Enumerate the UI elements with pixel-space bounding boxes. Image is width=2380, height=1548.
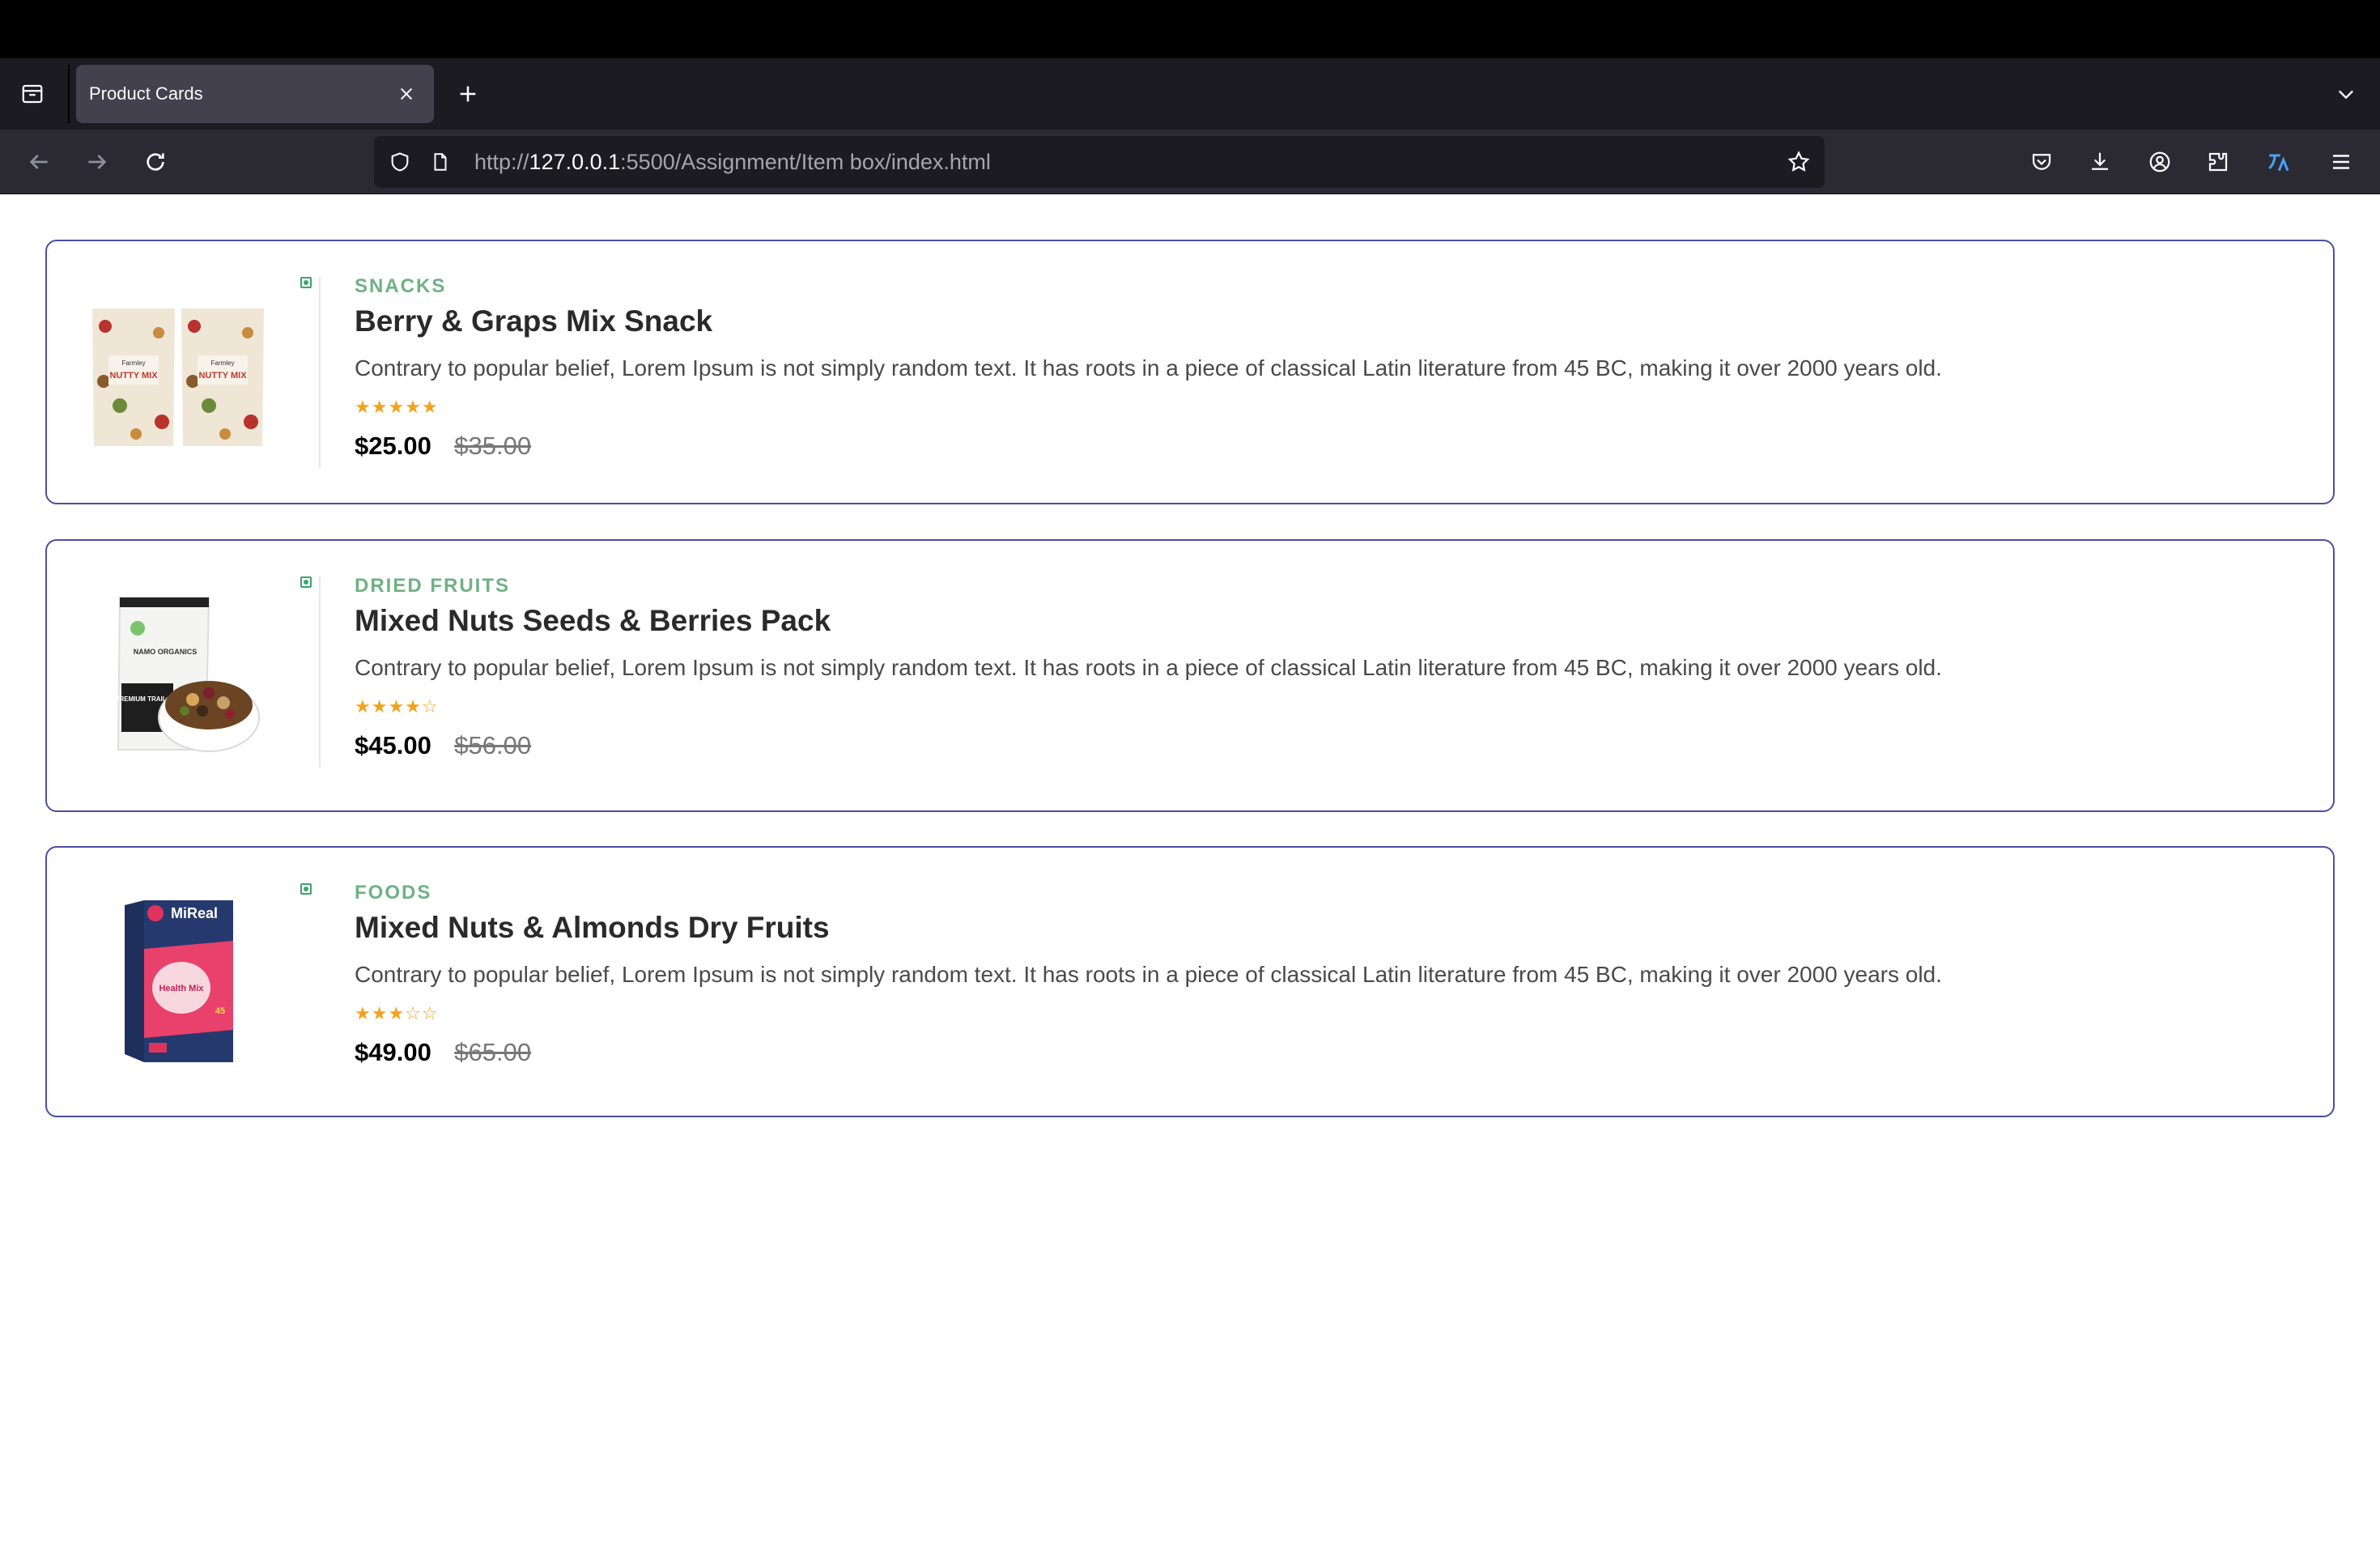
url-host: 127.0.0.1 bbox=[529, 150, 621, 174]
close-tab-icon[interactable] bbox=[392, 79, 421, 108]
navigation-toolbar: http://127.0.0.1:5500/Assignment/Item bo… bbox=[0, 130, 2380, 194]
product-details: SNACKS Berry & Graps Mix Snack Contrary … bbox=[355, 274, 2284, 467]
shield-icon[interactable] bbox=[385, 147, 414, 176]
current-price: $25.00 bbox=[355, 432, 431, 460]
new-tab-plus-icon[interactable] bbox=[450, 76, 486, 112]
product-image: MiReal Health Mix 45 bbox=[87, 892, 266, 1070]
address-bar[interactable]: http://127.0.0.1:5500/Assignment/Item bo… bbox=[374, 136, 1825, 188]
product-card[interactable]: MiReal Health Mix 45 FOODS Mixed Nuts & … bbox=[45, 846, 2335, 1117]
package-label: NUTTY MIX bbox=[198, 371, 247, 381]
health-mix-box-image: MiReal Health Mix 45 bbox=[125, 900, 233, 1062]
veg-mark-icon bbox=[300, 883, 312, 895]
product-image: NAMO ORGANICS PREMIUM TRAIL MIX bbox=[87, 588, 266, 766]
product-details: DRIED FRUITS Mixed Nuts Seeds & Berries … bbox=[355, 574, 2284, 767]
veg-mark-icon bbox=[300, 576, 312, 588]
page-content: Farmley NUTTY MIX Farmley NUTTY MIX SNAC… bbox=[0, 195, 2380, 1548]
price-row: $25.00 $35.00 bbox=[355, 430, 2284, 467]
translate-icon[interactable] bbox=[2259, 142, 2297, 181]
product-title[interactable]: Mixed Nuts Seeds & Berries Pack bbox=[355, 603, 2284, 639]
product-category: FOODS bbox=[355, 882, 432, 904]
product-description: Contrary to popular belief, Lorem Ipsum … bbox=[355, 962, 1942, 987]
url-text[interactable]: http://127.0.0.1:5500/Assignment/Item bo… bbox=[474, 136, 991, 188]
back-arrow-icon[interactable] bbox=[19, 142, 58, 181]
product-category: DRIED FRUITS bbox=[355, 575, 510, 597]
account-icon[interactable] bbox=[2140, 142, 2179, 181]
price-row: $49.00 $65.00 bbox=[355, 1036, 2284, 1074]
product-image: Farmley NUTTY MIX Farmley NUTTY MIX bbox=[87, 284, 266, 462]
product-title[interactable]: Berry & Graps Mix Snack bbox=[355, 304, 2284, 339]
package-brand: Farmley bbox=[211, 359, 235, 367]
image-divider bbox=[319, 576, 321, 768]
product-card[interactable]: Farmley NUTTY MIX Farmley NUTTY MIX SNAC… bbox=[45, 240, 2335, 504]
bookmark-star-icon[interactable] bbox=[1784, 147, 1813, 176]
image-divider bbox=[319, 277, 321, 468]
url-path: :5500/Assignment/Item box/index.html bbox=[620, 150, 991, 174]
tab-product-cards[interactable]: Product Cards bbox=[76, 65, 434, 123]
original-price: $65.00 bbox=[454, 1038, 532, 1066]
package-label: Health Mix bbox=[159, 984, 204, 993]
chevron-down-icon[interactable] bbox=[2328, 76, 2364, 112]
os-menu-bar bbox=[0, 0, 2380, 58]
package-label: NUTTY MIX bbox=[109, 371, 158, 381]
current-price: $45.00 bbox=[355, 731, 431, 759]
product-details: FOODS Mixed Nuts & Almonds Dry Fruits Co… bbox=[355, 881, 2284, 1074]
product-description: Contrary to popular belief, Lorem Ipsum … bbox=[355, 655, 1942, 680]
hamburger-menu-icon[interactable] bbox=[2322, 142, 2361, 181]
svg-text:45: 45 bbox=[215, 1006, 225, 1016]
nutty-mix-pouches-image: Farmley NUTTY MIX Farmley NUTTY MIX bbox=[92, 308, 264, 446]
package-brand: NAMO ORGANICS bbox=[134, 648, 198, 656]
package-brand: MiReal bbox=[171, 905, 218, 921]
tab-strip: Product Cards bbox=[0, 58, 2380, 130]
product-card[interactable]: NAMO ORGANICS PREMIUM TRAIL MIX DRIED FR… bbox=[45, 539, 2335, 812]
star-rating: ★★★☆☆ bbox=[355, 1003, 439, 1023]
original-price: $35.00 bbox=[454, 432, 532, 460]
price-row: $45.00 $56.00 bbox=[355, 729, 2284, 767]
product-description: Contrary to popular belief, Lorem Ipsum … bbox=[355, 355, 1942, 381]
page-icon[interactable] bbox=[426, 147, 455, 176]
original-price: $56.00 bbox=[454, 731, 532, 759]
url-scheme: http:// bbox=[474, 150, 529, 174]
product-title[interactable]: Mixed Nuts & Almonds Dry Fruits bbox=[355, 910, 2284, 946]
forward-arrow-icon[interactable] bbox=[78, 142, 117, 181]
tab-title: Product Cards bbox=[89, 83, 203, 104]
firefox-view-icon[interactable] bbox=[15, 76, 50, 112]
tab-separator bbox=[68, 65, 70, 123]
current-price: $49.00 bbox=[355, 1038, 431, 1066]
trail-mix-pack-image: NAMO ORGANICS PREMIUM TRAIL MIX bbox=[115, 597, 260, 752]
reload-icon[interactable] bbox=[136, 142, 175, 181]
star-rating: ★★★★★ bbox=[355, 397, 439, 417]
extensions-icon[interactable] bbox=[2199, 142, 2238, 181]
package-brand: Farmley bbox=[122, 359, 146, 367]
product-category: SNACKS bbox=[355, 275, 447, 297]
star-rating: ★★★★☆ bbox=[355, 696, 439, 717]
pocket-icon[interactable] bbox=[2022, 142, 2061, 181]
download-icon[interactable] bbox=[2080, 142, 2119, 181]
veg-mark-icon bbox=[300, 277, 312, 288]
